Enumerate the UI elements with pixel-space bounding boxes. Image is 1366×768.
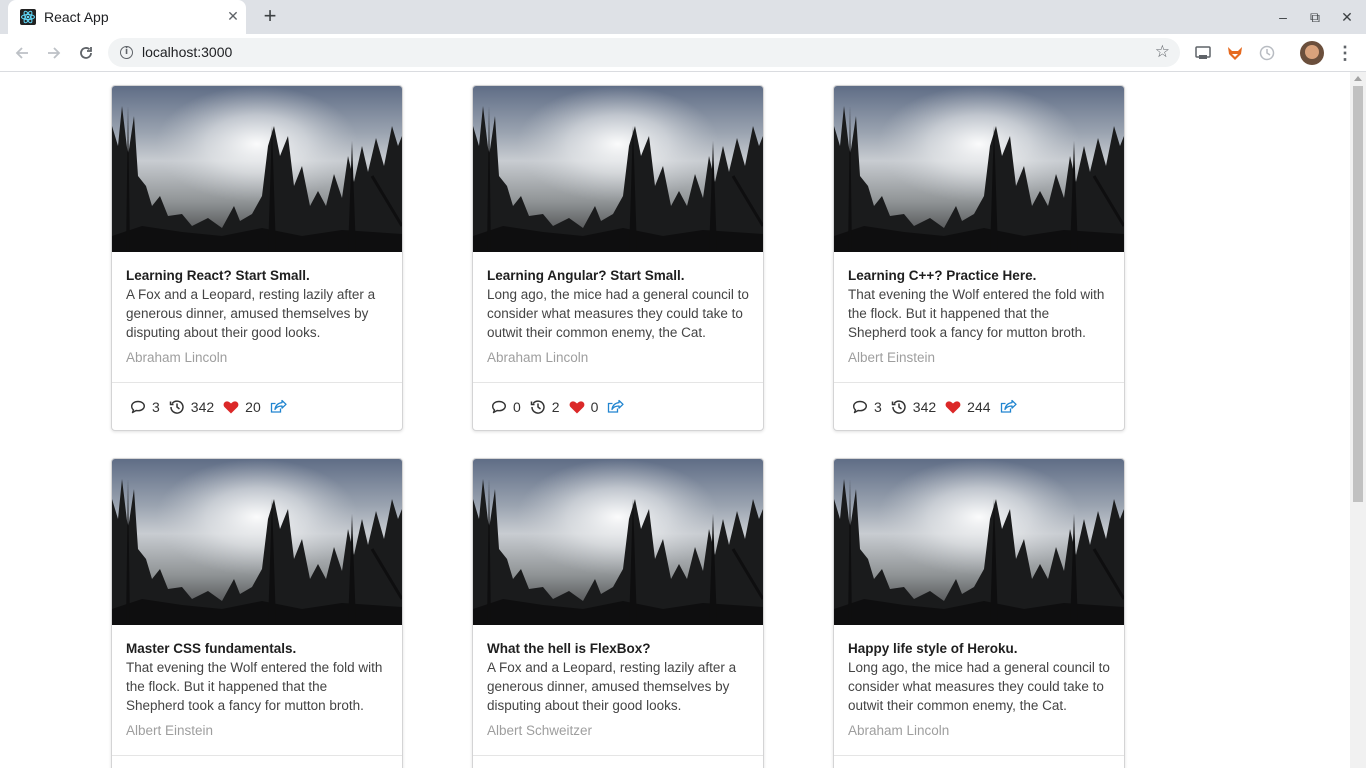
comments-stat[interactable]: 3 [852, 399, 882, 415]
card-author: Abraham Lincoln [126, 350, 228, 365]
history-icon [169, 399, 184, 414]
card-description: Long ago, the mice had a general council… [487, 287, 749, 340]
card-content: Learning Angular? Start Small. Long ago,… [473, 252, 763, 383]
card-description: A Fox and a Leopard, resting lazily afte… [126, 287, 376, 340]
post-card: What the hell is FlexBox? A Fox and a Le… [472, 458, 764, 768]
views-count: 342 [912, 398, 937, 415]
menu-icon[interactable]: ⋮ [1336, 40, 1354, 66]
history-icon [530, 399, 545, 414]
post-card: Master CSS fundamentals. That evening th… [111, 458, 403, 768]
card-content: Learning React? Start Small. A Fox and a… [112, 252, 402, 383]
card-stats [834, 756, 1124, 768]
post-card: Learning Angular? Start Small. Long ago,… [472, 85, 764, 431]
share-icon[interactable] [1000, 399, 1017, 414]
card-description: A Fox and a Leopard, resting lazily afte… [487, 660, 737, 713]
post-card: Happy life style of Heroku. Long ago, th… [833, 458, 1125, 768]
minimize-button[interactable]: – [1271, 6, 1295, 28]
card-title[interactable]: Learning Angular? Start Small. [487, 266, 749, 286]
vertical-scrollbar[interactable] [1350, 72, 1366, 768]
comment-icon [853, 400, 867, 413]
forward-icon[interactable] [41, 40, 67, 66]
likes-stat[interactable]: 20 [223, 399, 261, 415]
new-tab-button[interactable]: + [258, 5, 282, 29]
reload-icon[interactable] [73, 40, 99, 66]
restore-button[interactable]: ⧉ [1303, 6, 1327, 28]
likes-count: 20 [245, 398, 261, 415]
scrollbar-thumb[interactable] [1353, 86, 1363, 502]
card-description: That evening the Wolf entered the fold w… [848, 287, 1105, 340]
views-count: 342 [190, 398, 215, 415]
card-description: That evening the Wolf entered the fold w… [126, 660, 383, 713]
comments-stat[interactable]: 3 [130, 399, 160, 415]
card-author: Albert Einstein [848, 350, 936, 365]
browser-titlebar: React App ✕ + – ⧉ ✕ [0, 0, 1366, 34]
page-viewport: Learning React? Start Small. A Fox and a… [0, 72, 1350, 768]
cast-icon[interactable] [1192, 42, 1214, 64]
info-icon[interactable]: i [120, 46, 133, 59]
card-image [834, 86, 1124, 252]
address-bar[interactable]: i localhost:3000 ☆ [108, 38, 1180, 67]
views-stat[interactable]: 342 [891, 399, 936, 415]
tab-title: React App [44, 9, 109, 25]
card-image [473, 86, 763, 252]
comment-icon [131, 400, 145, 413]
scroll-up-arrow-icon[interactable] [1354, 76, 1362, 81]
post-card: Learning React? Start Small. A Fox and a… [111, 85, 403, 431]
heart-icon [569, 400, 584, 413]
card-description: Long ago, the mice had a general council… [848, 660, 1110, 713]
card-title[interactable]: What the hell is FlexBox? [487, 639, 749, 659]
card-content: Happy life style of Heroku. Long ago, th… [834, 625, 1124, 756]
share-icon[interactable] [270, 399, 287, 414]
card-content: Learning C++? Practice Here. That evenin… [834, 252, 1124, 383]
comments-count: 3 [874, 398, 882, 415]
card-stats: 3 342 244 [834, 383, 1124, 430]
card-content: Master CSS fundamentals. That evening th… [112, 625, 402, 756]
card-content: What the hell is FlexBox? A Fox and a Le… [473, 625, 763, 756]
react-favicon-icon [20, 9, 36, 25]
card-title[interactable]: Happy life style of Heroku. [848, 639, 1110, 659]
browser-tab[interactable]: React App ✕ [8, 0, 246, 34]
likes-stat[interactable]: 244 [945, 398, 991, 415]
tab-close-icon[interactable]: ✕ [224, 7, 242, 25]
heart-icon [223, 400, 239, 413]
card-image [112, 86, 402, 252]
card-image [834, 459, 1124, 625]
close-window-button[interactable]: ✕ [1335, 6, 1359, 28]
card-author: Albert Schweitzer [487, 723, 593, 738]
card-author: Abraham Lincoln [487, 350, 589, 365]
likes-count: 0 [590, 398, 599, 415]
url-text[interactable]: localhost:3000 [142, 44, 232, 60]
share-icon[interactable] [607, 399, 625, 414]
likes-count: 244 [967, 398, 991, 415]
post-card: Learning C++? Practice Here. That evenin… [833, 85, 1125, 431]
card-title[interactable]: Learning C++? Practice Here. [848, 266, 1110, 286]
avatar[interactable] [1300, 41, 1324, 65]
card-stats [473, 756, 763, 768]
card-stats: 0 2 0 [473, 383, 763, 430]
views-count: 2 [551, 398, 560, 415]
comments-count: 0 [513, 398, 521, 415]
browser-toolbar: i localhost:3000 ☆ ⋮ [0, 34, 1366, 72]
star-icon[interactable]: ☆ [1155, 42, 1170, 62]
card-stats [112, 756, 402, 768]
card-author: Abraham Lincoln [848, 723, 950, 738]
clock-extension-icon[interactable] [1256, 42, 1278, 64]
card-stats: 3 342 20 [112, 383, 402, 430]
card-image [112, 459, 402, 625]
card-title[interactable]: Learning React? Start Small. [126, 266, 388, 286]
comment-icon [492, 400, 506, 413]
fox-extension-icon[interactable] [1224, 42, 1246, 64]
heart-icon [945, 400, 961, 413]
card-author: Albert Einstein [126, 723, 214, 738]
card-title[interactable]: Master CSS fundamentals. [126, 639, 388, 659]
card-image [473, 459, 763, 625]
comments-stat[interactable]: 0 [491, 399, 521, 415]
comments-count: 3 [152, 398, 160, 415]
history-icon [891, 399, 906, 414]
back-icon[interactable] [9, 40, 35, 66]
views-stat[interactable]: 342 [169, 399, 214, 415]
likes-stat[interactable]: 0 [569, 398, 599, 415]
views-stat[interactable]: 2 [530, 399, 560, 415]
